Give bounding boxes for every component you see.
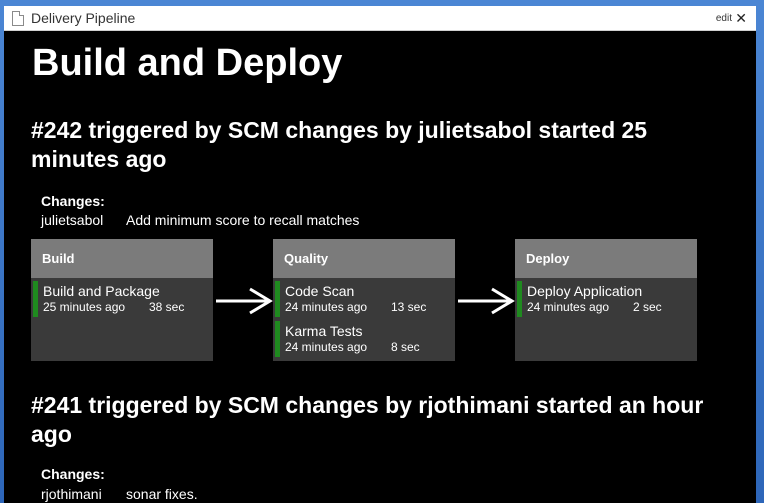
task-name: Karma Tests (285, 323, 363, 339)
status-bar (517, 281, 522, 317)
task-name: Code Scan (285, 283, 355, 299)
changes-label: Changes: (41, 466, 105, 482)
change-message: Add minimum score to recall matches (126, 212, 360, 228)
pipeline-view: Build and Deploy #242 triggered by SCM c… (4, 31, 756, 503)
window-frame: Delivery Pipeline edit ✕ Build and Deplo… (0, 0, 764, 503)
task-duration: 2 sec (633, 300, 662, 314)
task-time: 24 minutes ago (527, 300, 610, 314)
status-bar (275, 321, 280, 357)
task-duration: 8 sec (391, 340, 420, 354)
task-duration: 38 sec (149, 300, 185, 314)
close-icon[interactable]: ✕ (735, 10, 747, 27)
task-duration: 13 sec (391, 300, 427, 314)
stage-header: Build (31, 239, 213, 278)
task-name: Build and Package (43, 283, 160, 299)
status-bar (33, 281, 38, 317)
task-code-scan[interactable]: Code Scan 24 minutes ago 13 sec (275, 279, 451, 317)
task-deploy-application[interactable]: Deploy Application 24 minutes ago 2 sec (517, 279, 693, 317)
stage-build: Build Build and Package 25 minutes ago 3… (31, 239, 213, 361)
edit-link[interactable]: edit (716, 13, 732, 24)
run-heading: #241 triggered by SCM changes by rjothim… (31, 392, 704, 447)
stage-deploy: Deploy Deploy Application 24 minutes ago… (515, 239, 697, 361)
change-message: sonar fixes. (126, 486, 198, 502)
task-time: 24 minutes ago (285, 340, 368, 354)
right-arrow-icon (216, 287, 273, 315)
page-title: Build and Deploy (32, 42, 343, 84)
status-bar (275, 281, 280, 317)
task-build-and-package[interactable]: Build and Package 25 minutes ago 38 sec (33, 279, 209, 317)
right-arrow-icon (458, 287, 515, 315)
task-time: 25 minutes ago (43, 300, 126, 314)
stage-quality: Quality Code Scan 24 minutes ago 13 sec … (273, 239, 455, 361)
task-name: Deploy Application (527, 283, 643, 299)
stage-header: Deploy (515, 239, 697, 278)
document-icon (12, 11, 24, 26)
window-titlebar: Delivery Pipeline edit ✕ (4, 6, 756, 31)
change-author: rjothimani (41, 486, 102, 502)
window-title: Delivery Pipeline (31, 10, 136, 26)
change-author: julietsabol (41, 212, 104, 228)
changes-label: Changes: (41, 193, 105, 209)
stage-header: Quality (273, 239, 455, 278)
run-heading: #242 triggered by SCM changes by juliets… (31, 117, 648, 172)
task-time: 24 minutes ago (285, 300, 368, 314)
task-karma-tests[interactable]: Karma Tests 24 minutes ago 8 sec (275, 319, 451, 357)
